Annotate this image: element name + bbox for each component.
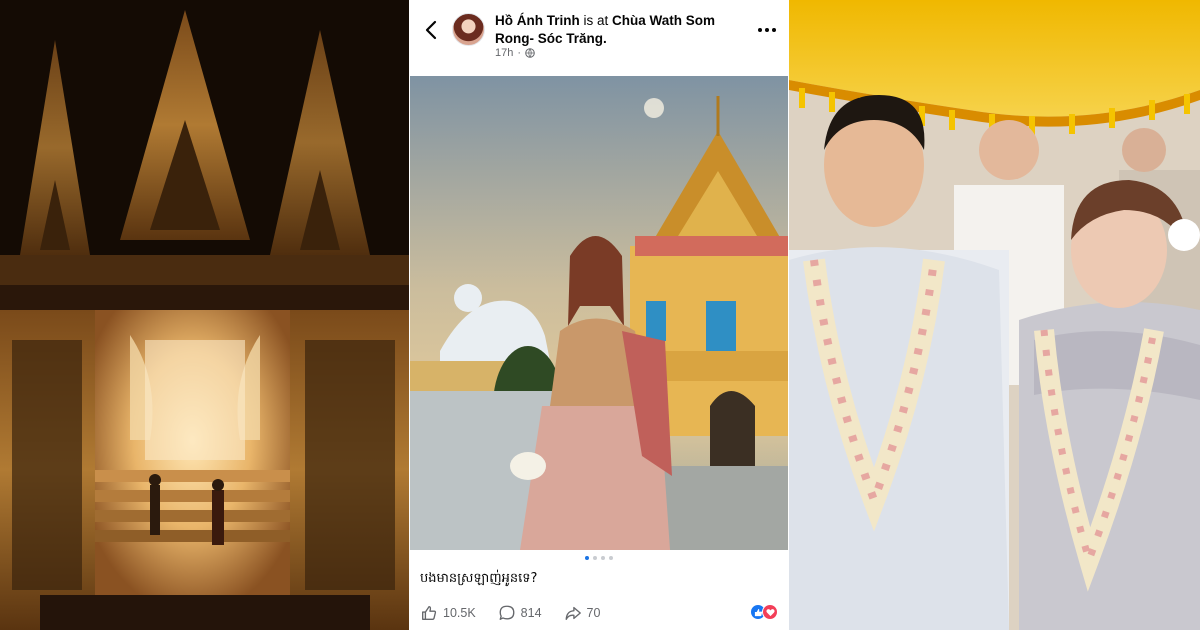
share-arrow-icon (565, 606, 581, 620)
author-name[interactable]: Hồ Ánh Trinh (495, 13, 580, 28)
post-time[interactable]: 17h (495, 47, 513, 59)
carousel-dot[interactable] (601, 556, 605, 560)
comment-button[interactable]: 814 (498, 604, 542, 622)
comment-count: 814 (520, 606, 542, 620)
avatar[interactable] (452, 13, 485, 46)
post-actions: 10.5K 814 70 (420, 602, 778, 624)
wedding-couple-illustration (789, 0, 1200, 630)
carousel-indicator (410, 556, 788, 562)
reaction-summary[interactable] (750, 604, 778, 620)
back-button[interactable] (420, 16, 442, 44)
temple-night-photo (0, 0, 409, 630)
comment-bubble-icon (499, 605, 515, 620)
post-meta: 17h · (495, 47, 535, 59)
love-reaction-icon (762, 604, 778, 620)
carousel-dot[interactable] (593, 556, 597, 560)
more-options-button[interactable] (756, 20, 778, 40)
globe-icon (525, 48, 535, 58)
thumbs-up-icon (422, 606, 437, 620)
carousel-dot[interactable] (609, 556, 613, 560)
like-count: 10.5K (443, 606, 476, 620)
post-header: Hồ Ánh Trinh is at Chùa Wath Som Rong- S… (410, 0, 788, 76)
share-button[interactable]: 70 (564, 604, 601, 622)
checkin-text: is at (583, 13, 609, 28)
chevron-left-icon (425, 20, 437, 40)
carousel-dot[interactable] (585, 556, 589, 560)
post-caption: បងមានស្រឡាញ់អូនទេ? (420, 571, 538, 586)
post-photo[interactable] (410, 76, 788, 550)
post-title: Hồ Ánh Trinh is at Chùa Wath Som Rong- S… (495, 12, 750, 48)
wedding-photo (789, 0, 1200, 630)
share-count: 70 (586, 606, 601, 620)
facebook-post: Hồ Ánh Trinh is at Chùa Wath Som Rong- S… (410, 0, 788, 630)
temple-gateway-illustration (0, 0, 409, 630)
temple-portrait-illustration (410, 76, 788, 550)
more-dots-icon (758, 28, 762, 32)
like-button[interactable]: 10.5K (420, 604, 476, 622)
